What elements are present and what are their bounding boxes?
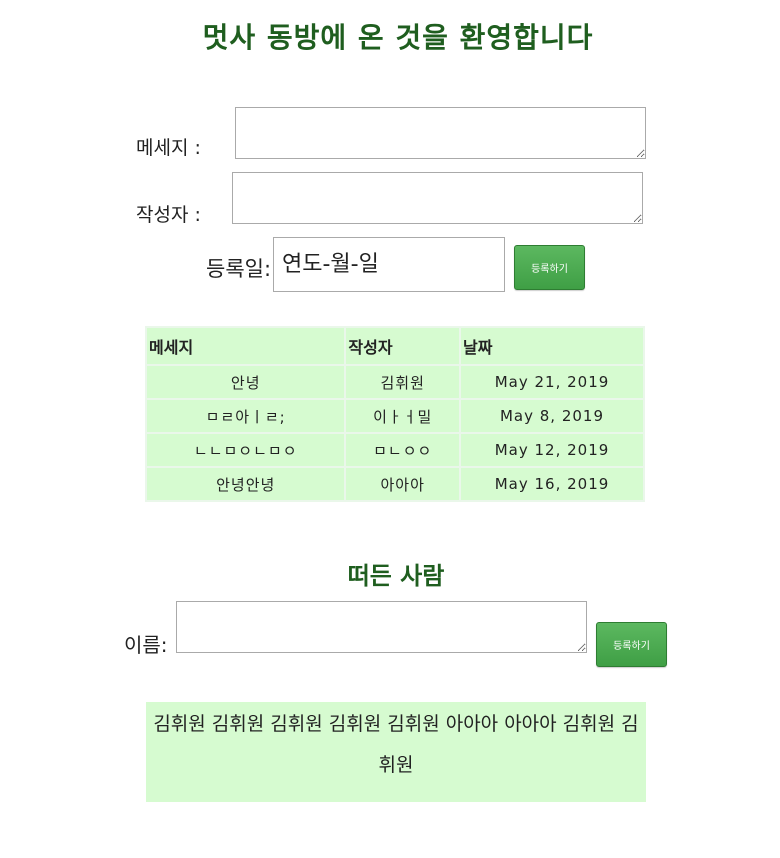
cell-message: 안녕안녕 <box>147 468 345 500</box>
message-label: 메세지 : <box>136 137 201 159</box>
author-label: 작성자 : <box>136 204 201 226</box>
cell-author: 김휘원 <box>346 366 460 398</box>
date-label: 등록일: <box>206 257 272 281</box>
cell-message: ㅁㄹ아ㅣㄹ; <box>147 400 345 432</box>
cell-message: 안녕 <box>147 366 345 398</box>
column-header-author: 작성자 <box>346 328 460 364</box>
cell-message: ㄴㄴㅁㅇㄴㅁㅇ <box>147 434 345 466</box>
cell-author: ㅁㄴㅇㅇ <box>346 434 460 466</box>
table-row: ㅁㄹ아ㅣㄹ; 이ㅏㅓ밀 May 8, 2019 <box>147 400 643 432</box>
cell-date: May 8, 2019 <box>461 400 643 432</box>
messages-table: 메세지 작성자 날짜 안녕 김휘원 May 21, 2019 ㅁㄹ아ㅣㄹ; 이ㅏ… <box>145 326 645 502</box>
table-header-row: 메세지 작성자 날짜 <box>147 328 643 364</box>
cell-date: May 12, 2019 <box>461 434 643 466</box>
table-row: 안녕안녕 아아아 May 16, 2019 <box>147 468 643 500</box>
column-header-date: 날짜 <box>461 328 643 364</box>
section-title: 떠든 사람 <box>347 562 445 590</box>
date-input[interactable] <box>273 237 505 292</box>
message-submit-button[interactable]: 등록하기 <box>514 245 585 290</box>
noisy-names-list: 김휘원 김휘원 김휘원 김휘원 김휘원 아아아 아아아 김휘원 김휘원 <box>146 702 646 802</box>
page-title: 멋사 동방에 온 것을 환영합니다 <box>202 21 594 54</box>
message-input[interactable] <box>235 107 646 159</box>
name-label: 이름: <box>124 633 168 657</box>
page: 멋사 동방에 온 것을 환영합니다 메세지 : 작성자 : 등록일: 등록하기 … <box>0 0 780 858</box>
name-submit-button[interactable]: 등록하기 <box>596 622 667 667</box>
cell-date: May 21, 2019 <box>461 366 643 398</box>
table-row: ㄴㄴㅁㅇㄴㅁㅇ ㅁㄴㅇㅇ May 12, 2019 <box>147 434 643 466</box>
cell-author: 이ㅏㅓ밀 <box>346 400 460 432</box>
author-input[interactable] <box>232 172 643 224</box>
cell-author: 아아아 <box>346 468 460 500</box>
name-input[interactable] <box>176 601 587 653</box>
column-header-message: 메세지 <box>147 328 345 364</box>
cell-date: May 16, 2019 <box>461 468 643 500</box>
table-row: 안녕 김휘원 May 21, 2019 <box>147 366 643 398</box>
